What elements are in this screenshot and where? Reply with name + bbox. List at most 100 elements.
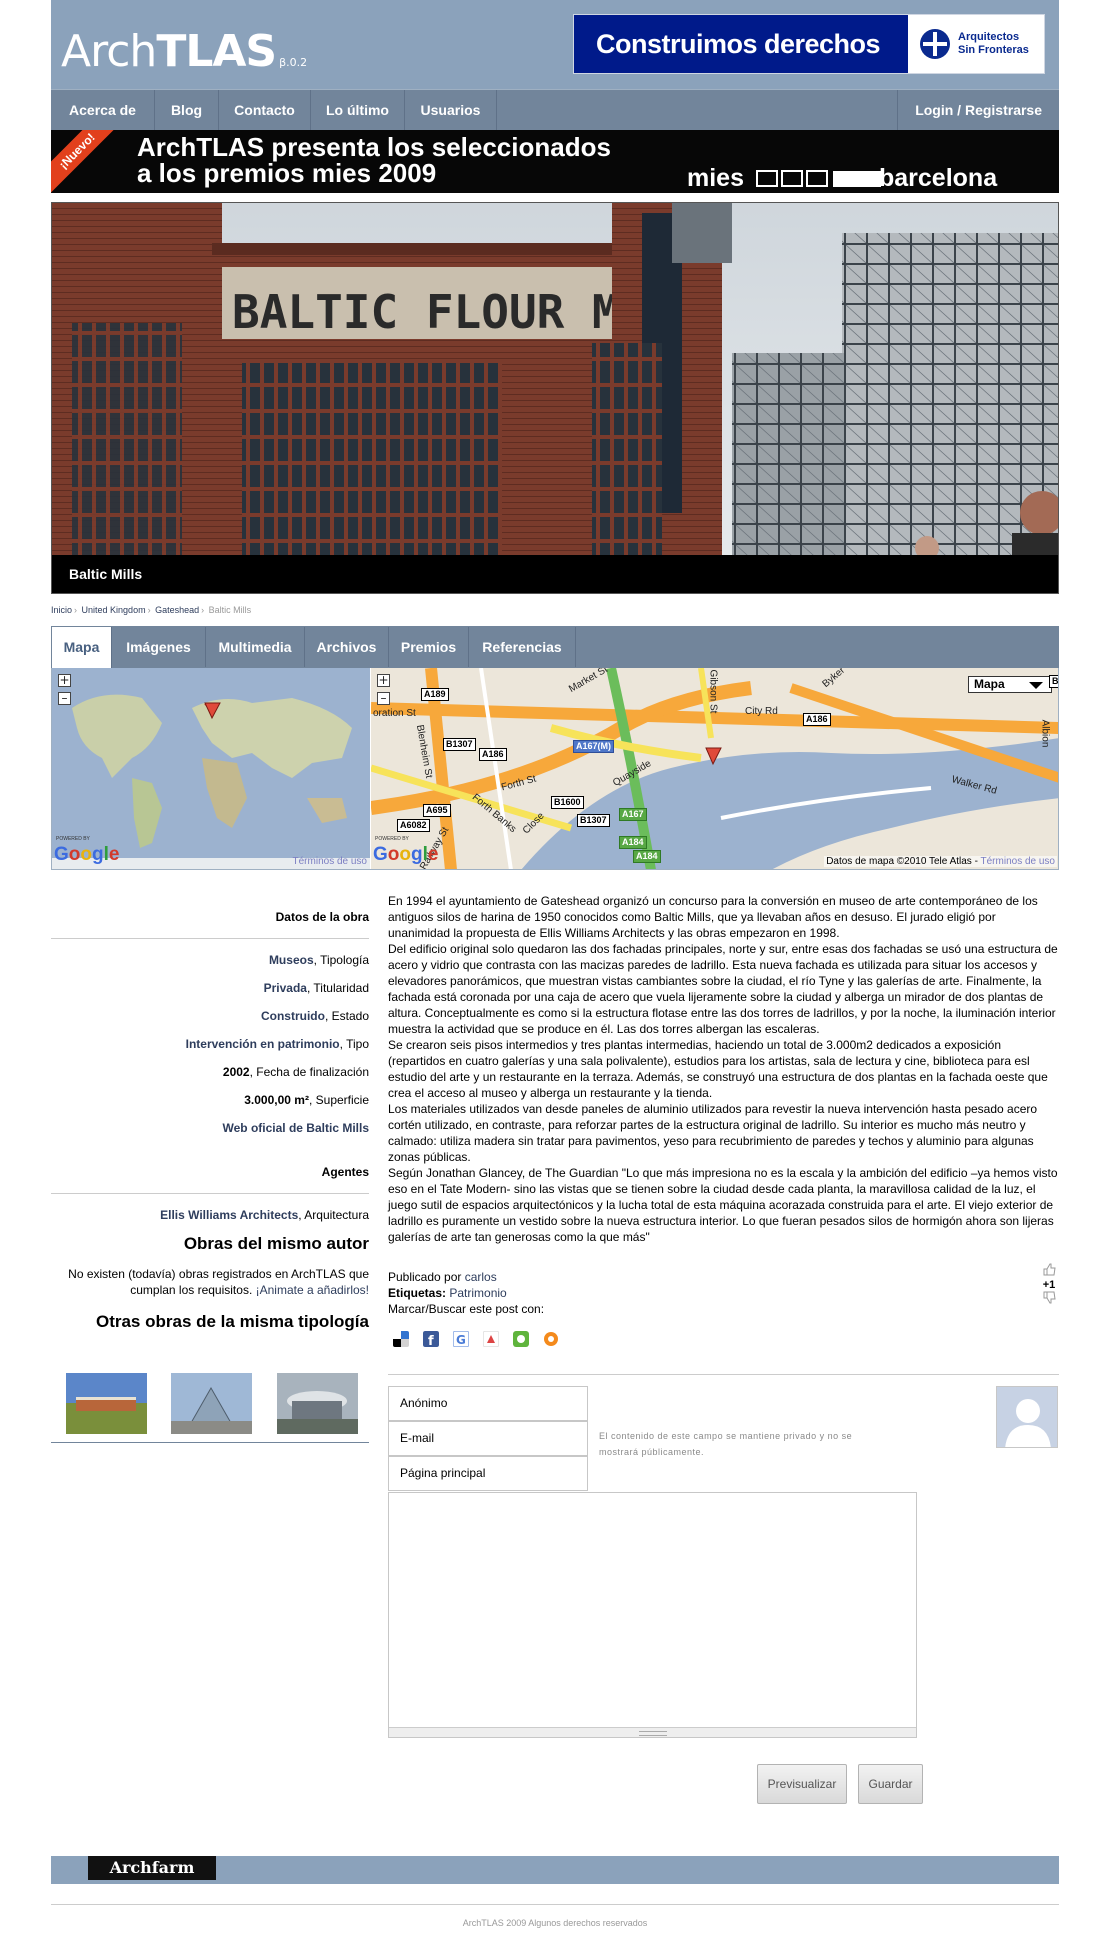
nav-item-usuarios[interactable]: Usuarios <box>405 90 497 130</box>
site-logo[interactable]: ArchTLAS β.0.2 <box>61 30 307 74</box>
save-button[interactable]: Guardar <box>858 1764 923 1804</box>
textarea-resize-handle[interactable] <box>389 1727 916 1737</box>
tab-archivos[interactable]: Archivos <box>305 627 389 667</box>
banner-org-line2: Sin Fronteras <box>958 44 1029 56</box>
comment-textarea[interactable] <box>388 1492 917 1738</box>
tab-mapa[interactable]: Mapa <box>52 627 112 668</box>
architect-link[interactable]: Ellis Williams Architects <box>160 1208 298 1222</box>
yahoo-icon[interactable] <box>483 1331 499 1347</box>
tab-multimedia[interactable]: Multimedia <box>206 627 305 667</box>
archfarm-logo[interactable]: Archfarm <box>88 1856 216 1880</box>
vote-count: +1 <box>1042 1279 1056 1291</box>
nav-item-contacto[interactable]: Contacto <box>219 90 311 130</box>
road-label: A167 <box>619 808 647 821</box>
road-label: B <box>1049 675 1058 688</box>
promo-headline: ArchTLAS presenta los seleccionados a lo… <box>137 134 611 186</box>
breadcrumb: Inicio › United Kingdom › Gateshead › Balti… <box>51 605 251 615</box>
nav-item-lo-ultimo[interactable]: Lo último <box>311 90 405 130</box>
hero-caption: Baltic Mills <box>52 555 1058 593</box>
street-label: Albion <box>1039 719 1051 748</box>
map-terms-link[interactable]: Términos de uso <box>293 856 367 867</box>
svg-text:G: G <box>456 1333 466 1347</box>
related-works-thumbnails <box>51 1373 369 1439</box>
row-label: , Tipología <box>313 953 369 967</box>
datos-row-tipologia: Museos, Tipología <box>51 953 369 967</box>
new-ribbon: ¡Nuevo! <box>51 130 119 193</box>
tag-link[interactable]: Patrimonio <box>449 1286 506 1300</box>
datos-row-tipo: Intervención en patrimonio, Tipo <box>51 1037 369 1051</box>
street-label: City Rd <box>745 706 778 717</box>
city-zoom-in-button[interactable]: + <box>377 674 390 687</box>
maps-panel: + – POWERED BY Google Términos de uso + … <box>51 668 1059 870</box>
tags-row: Etiquetas: Patrimonio <box>388 1285 544 1301</box>
arquitectos-sin-fronteras-banner[interactable]: Construimos derechos Arquitectos Sin Fro… <box>573 14 1045 74</box>
world-map[interactable]: + – POWERED BY Google Términos de uso <box>52 668 370 869</box>
author-link[interactable]: carlos <box>465 1270 497 1284</box>
homepage-input[interactable]: Página principal <box>388 1456 588 1491</box>
logo-bold-text: TLAS <box>156 26 277 77</box>
city-zoom-out-button[interactable]: – <box>377 692 390 705</box>
tab-premios[interactable]: Premios <box>389 627 469 667</box>
banner-org-logo: Arquitectos Sin Fronteras <box>908 15 1044 73</box>
add-works-link[interactable]: ¡Animate a añadirlos! <box>256 1283 369 1297</box>
avatar <box>996 1386 1058 1448</box>
breadcrumb-separator: › <box>201 605 205 615</box>
related-work-thumb-3[interactable] <box>277 1373 358 1434</box>
same-author-text: No existen (todavía) obras registrados e… <box>51 1266 369 1298</box>
official-website-link[interactable]: Web oficial de Baltic Mills <box>223 1121 369 1135</box>
breadcrumb-gateshead[interactable]: Gateshead <box>155 605 199 615</box>
tipologia-link[interactable]: Museos <box>269 953 314 967</box>
article-paragraph: Según Jonathan Glancey, de The Guardian … <box>388 1166 1058 1244</box>
thumbs-down-icon[interactable] <box>1042 1291 1056 1305</box>
road-label: A184 <box>619 836 647 849</box>
row-label: , Superficie <box>308 1093 369 1107</box>
svg-text:f: f <box>428 1334 434 1347</box>
nav-item-acerca-de[interactable]: Acerca de <box>51 90 155 130</box>
road-label: A167(M) <box>573 740 615 753</box>
mies-logo-boxes <box>756 170 828 187</box>
map-type-select[interactable]: Mapa <box>968 676 1052 693</box>
estado-link[interactable]: Construido <box>261 1009 325 1023</box>
article-paragraph: Los materiales utilizados van desde pane… <box>388 1102 1038 1164</box>
bookmark-services: f G <box>393 1331 559 1347</box>
meneame-icon[interactable] <box>543 1331 559 1347</box>
titularidad-link[interactable]: Privada <box>264 981 307 995</box>
related-work-thumb-1[interactable] <box>66 1373 147 1434</box>
email-privacy-hint: El contenido de este campo se mantiene p… <box>599 1431 853 1457</box>
powered-by-label: POWERED BY <box>56 836 90 842</box>
datos-row-web: Web oficial de Baltic Mills <box>51 1121 369 1135</box>
world-zoom-out-button[interactable]: – <box>58 692 71 705</box>
breadcrumb-inicio[interactable]: Inicio <box>51 605 72 615</box>
facebook-icon[interactable]: f <box>423 1331 439 1347</box>
tipo-link[interactable]: Intervención en patrimonio <box>186 1037 340 1051</box>
breadcrumb-united-kingdom[interactable]: United Kingdom <box>82 605 146 615</box>
email-input[interactable]: E-mail <box>388 1421 588 1456</box>
copyright-text: ArchTLAS 2009 Algunos derechos reservado… <box>462 1918 648 1928</box>
logo-beta-badge: β.0.2 <box>279 56 308 69</box>
main-nav: Acerca de Blog Contacto Lo último Usuari… <box>51 89 1059 130</box>
login-register-link[interactable]: Login / Registrarse <box>897 90 1059 130</box>
technorati-icon[interactable] <box>513 1331 529 1347</box>
related-work-thumb-2[interactable] <box>171 1373 252 1434</box>
banner-org-line1: Arquitectos <box>958 31 1020 43</box>
google-bookmarks-icon[interactable]: G <box>453 1331 469 1347</box>
street-label: Gibson St <box>707 669 719 714</box>
preview-button[interactable]: Previsualizar <box>757 1764 847 1804</box>
map-terms-link[interactable]: Términos de uso <box>981 856 1055 867</box>
name-input[interactable]: Anónimo <box>388 1386 588 1421</box>
mies-awards-promo-banner[interactable]: ¡Nuevo! ArchTLAS presenta los selecciona… <box>51 130 1059 193</box>
article-paragraph: En 1994 el ayuntamiento de Gateshead org… <box>388 894 1038 940</box>
city-map[interactable]: + – Mapa A189 B1307 A186 A167(M) A186 B1… <box>371 668 1058 869</box>
agente-row: Ellis Williams Architects, Arquitectura <box>51 1208 369 1222</box>
tab-referencias[interactable]: Referencias <box>469 627 576 667</box>
tab-imagenes[interactable]: Imágenes <box>112 627 206 667</box>
datos-row-fecha: 2002, Fecha de finalización <box>51 1065 369 1079</box>
logo-thin-text: Arch <box>61 26 157 77</box>
nav-item-blog[interactable]: Blog <box>155 90 219 130</box>
delicious-icon[interactable] <box>393 1331 409 1347</box>
world-zoom-in-button[interactable]: + <box>58 674 71 687</box>
thumbs-up-icon[interactable] <box>1042 1262 1056 1276</box>
post-meta: Publicado por carlos Etiquetas: Patrimon… <box>388 1269 544 1317</box>
related-work-image <box>171 1373 252 1434</box>
road-label: A6082 <box>397 819 430 832</box>
